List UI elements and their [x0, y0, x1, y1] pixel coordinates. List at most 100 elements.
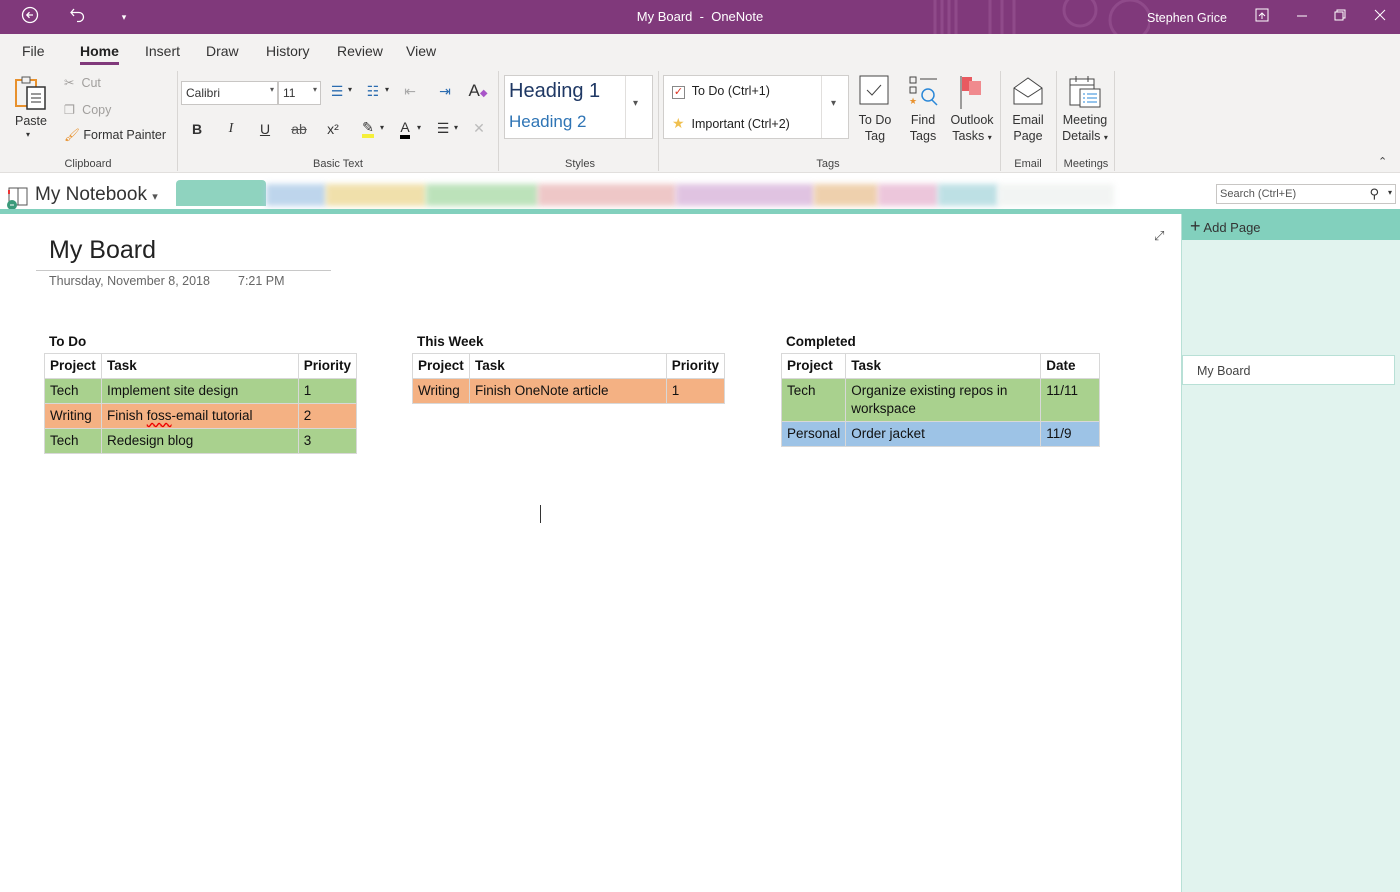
todo-tag-icon[interactable] [859, 75, 890, 106]
clear-formatting-icon[interactable]: A◆ [468, 81, 488, 101]
section-tab[interactable] [426, 184, 538, 206]
tab-draw[interactable]: Draw [206, 43, 239, 59]
font-size-combo[interactable]: 11 ▾ [278, 81, 321, 105]
table-cell[interactable]: Redesign blog [100, 428, 299, 454]
board-title-todo[interactable]: To Do [49, 334, 86, 349]
add-page-button[interactable]: + Add Page [1182, 214, 1400, 240]
column-header[interactable]: Task [845, 353, 1042, 379]
column-header[interactable]: Priority [297, 353, 358, 379]
table-cell[interactable]: Tech [44, 378, 102, 404]
table-cell[interactable]: Implement site design [100, 378, 299, 404]
close-icon[interactable] [1370, 8, 1390, 25]
section-tab[interactable] [266, 184, 326, 206]
section-tab[interactable] [878, 184, 938, 206]
flag-icon[interactable] [957, 75, 985, 111]
table-cell[interactable]: 2 [297, 403, 358, 429]
underline-button[interactable]: U [255, 121, 275, 137]
tab-file[interactable]: File [22, 43, 45, 59]
column-header[interactable]: Project [780, 353, 847, 379]
meeting-details-button[interactable]: Meeting Details ▾ [1058, 112, 1112, 146]
paste-button[interactable]: Paste [15, 114, 47, 128]
delete-icon[interactable]: ✕ [469, 120, 489, 137]
user-name[interactable]: Stephen Grice [1147, 11, 1227, 25]
font-name-combo[interactable]: Calibri ▾ [181, 81, 278, 105]
font-color-button[interactable]: A [395, 119, 415, 139]
expand-icon[interactable]: ⤢ [1154, 228, 1164, 244]
todo-tag-button[interactable]: To Do Tag [852, 112, 898, 144]
cut-button[interactable]: ✂ Cut [64, 75, 101, 90]
column-header[interactable]: Priority [665, 353, 726, 379]
table-cell[interactable]: Writing [412, 378, 470, 404]
table-cell[interactable]: Tech [44, 428, 102, 454]
outlook-tasks-button[interactable]: Outlook Tasks ▾ [947, 112, 997, 146]
table-cell[interactable]: Order jacket [845, 421, 1042, 447]
column-header[interactable]: Project [44, 353, 102, 379]
numbering-icon[interactable]: ☷ [363, 83, 383, 100]
heading-1-style[interactable]: Heading 1 [509, 80, 600, 103]
chevron-down-icon[interactable]: ▾ [450, 123, 462, 132]
table-row[interactable]: Tech Redesign blog 3 [44, 428, 358, 454]
section-tab[interactable] [938, 184, 998, 206]
minimize-icon[interactable] [1292, 8, 1312, 25]
table-cell[interactable]: Writing [44, 403, 102, 429]
table-cell[interactable]: Tech [780, 378, 847, 422]
todo-table[interactable]: Project Task Priority Tech Implement site de… [44, 353, 358, 454]
decrease-indent-icon[interactable]: ⇤ [400, 83, 420, 100]
search-icon[interactable]: ⚲ [1369, 186, 1379, 202]
tab-review[interactable]: Review [337, 43, 383, 59]
restore-icon[interactable] [1330, 8, 1350, 25]
bold-button[interactable]: B [187, 121, 207, 137]
table-cell[interactable]: Personal [780, 421, 847, 447]
table-cell[interactable]: 1 [297, 378, 358, 404]
section-tab[interactable] [326, 184, 426, 206]
tab-home[interactable]: Home [80, 43, 119, 65]
spelling-error[interactable]: foss [147, 408, 172, 423]
highlighter-icon[interactable]: ✎ [358, 119, 378, 138]
column-header[interactable]: Project [412, 353, 470, 379]
tags-more-icon[interactable]: ▾ [831, 98, 836, 109]
calendar-icon[interactable] [1068, 75, 1102, 109]
section-tab[interactable] [998, 184, 1114, 206]
tab-insert[interactable]: Insert [145, 43, 180, 59]
section-tab[interactable] [814, 184, 878, 206]
paste-dropdown-icon[interactable]: ▾ [26, 130, 30, 139]
chevron-down-icon[interactable]: ▾ [1388, 188, 1392, 197]
table-cell[interactable]: Finish OneNote article [468, 378, 667, 404]
column-header[interactable]: Date [1040, 353, 1100, 379]
chevron-down-icon[interactable]: ▾ [344, 85, 356, 94]
table-row[interactable]: Writing Finish OneNote article 1 [412, 378, 726, 404]
find-tags-icon[interactable]: ★ [907, 75, 940, 108]
italic-button[interactable]: I [221, 121, 241, 137]
column-header[interactable]: Task [468, 353, 667, 379]
section-tab[interactable] [676, 184, 814, 206]
column-header[interactable]: Task [100, 353, 299, 379]
collapse-ribbon-icon[interactable]: ⌃ [1378, 155, 1387, 168]
board-title-this-week[interactable]: This Week [417, 334, 484, 349]
important-tag-item[interactable]: ★ Important (Ctrl+2) [672, 115, 790, 132]
heading-2-style[interactable]: Heading 2 [509, 112, 587, 132]
styles-more-icon[interactable]: ▾ [633, 98, 638, 109]
strikethrough-button[interactable]: ab [289, 121, 309, 137]
table-cell[interactable]: 1 [665, 378, 726, 404]
table-row[interactable]: Tech Implement site design 1 [44, 378, 358, 404]
todo-tag-item[interactable]: ✓ To Do (Ctrl+1) [672, 84, 770, 99]
page-list-item[interactable]: My Board [1182, 355, 1395, 385]
chevron-down-icon[interactable]: ▾ [413, 123, 425, 132]
format-painter-button[interactable]: 🖌 Format Painter [64, 128, 166, 143]
section-tab[interactable] [538, 184, 676, 206]
table-cell[interactable]: 11/9 [1040, 421, 1100, 447]
table-cell[interactable]: 11/11 [1040, 378, 1100, 422]
chevron-down-icon[interactable]: ▾ [381, 85, 393, 94]
chevron-down-icon[interactable]: ▾ [376, 123, 388, 132]
superscript-button[interactable]: x² [323, 121, 343, 137]
table-cell[interactable]: Finish foss-email tutorial [100, 403, 299, 429]
find-tags-button[interactable]: Find Tags [902, 112, 944, 144]
email-page-button[interactable]: Email Page [1006, 112, 1050, 144]
this-week-table[interactable]: Project Task Priority Writing Finish OneNote… [412, 353, 726, 404]
section-tab[interactable] [176, 180, 266, 206]
table-row[interactable]: Writing Finish foss-email tutorial 2 [44, 403, 358, 429]
notebook-dropdown[interactable]: My Notebook ▾ [35, 184, 158, 206]
page-title[interactable]: My Board [49, 236, 156, 265]
envelope-icon[interactable] [1011, 76, 1045, 106]
tab-history[interactable]: History [266, 43, 310, 59]
